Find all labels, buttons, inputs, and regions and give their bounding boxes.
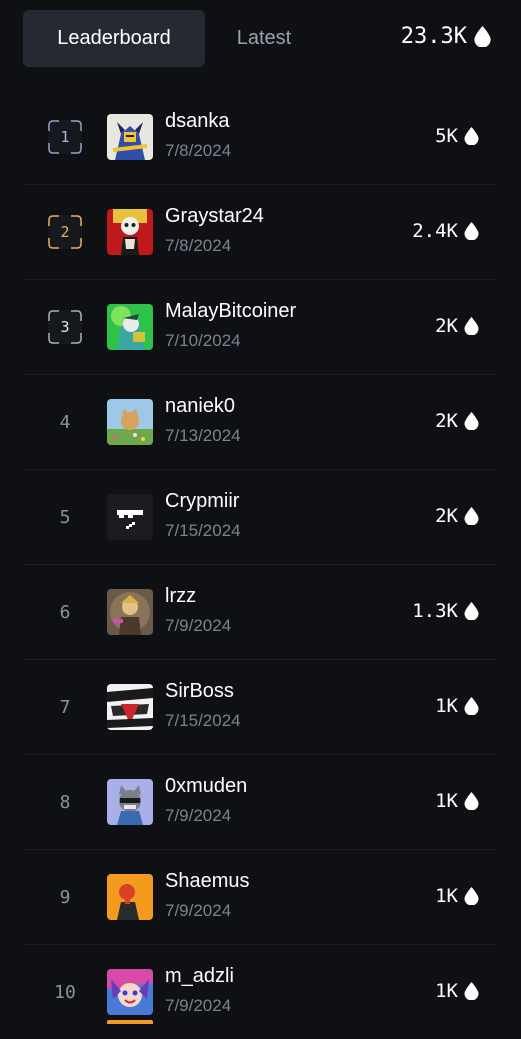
score: 2K — [435, 315, 479, 337]
droplet-icon — [464, 317, 479, 335]
rank-number: 4 — [59, 411, 71, 433]
date: 7/8/2024 — [165, 141, 232, 160]
score: 1.3K — [412, 600, 479, 622]
droplet-icon — [464, 982, 479, 1000]
rank-number: 10 — [54, 981, 76, 1003]
score-value: 5K — [435, 125, 458, 147]
droplet-icon — [464, 507, 479, 525]
score: 2K — [435, 505, 479, 527]
rank-badge: 3 — [47, 309, 83, 345]
leaderboard-row[interactable]: 8 0xmuden 7/9/2024 1K — [23, 755, 497, 850]
date: 7/13/2024 — [165, 426, 241, 445]
date: 7/9/2024 — [165, 616, 232, 635]
leaderboard-row[interactable]: 4 naniek0 7/13/2024 2K — [23, 375, 497, 470]
avatar — [107, 969, 153, 1015]
date: 7/10/2024 — [165, 331, 241, 350]
avatar — [107, 684, 153, 730]
avatar — [107, 1020, 153, 1024]
rank-badge: 1 — [47, 119, 83, 155]
score-value: 2K — [435, 505, 458, 527]
leaderboard-list: 1 dsanka 7/8/2024 5K 2 Graystar24 7/8/20… — [23, 90, 497, 1039]
tab-latest[interactable]: Latest — [209, 10, 319, 67]
droplet-icon — [474, 26, 491, 47]
droplet-icon — [464, 792, 479, 810]
droplet-icon — [464, 222, 479, 240]
rank-number: 9 — [59, 886, 71, 908]
username[interactable]: Crypmiir — [165, 490, 239, 513]
leaderboard-row[interactable]: 1 dsanka 7/8/2024 5K — [23, 90, 497, 185]
rank-number: 5 — [59, 506, 71, 528]
username[interactable]: SirBoss — [165, 680, 234, 703]
score-value: 1K — [435, 695, 458, 717]
username[interactable]: Graystar24 — [165, 205, 264, 228]
leaderboard-row[interactable]: 7 SirBoss 7/15/2024 1K — [23, 660, 497, 755]
score-value: 1K — [435, 790, 458, 812]
score: 1K — [435, 885, 479, 907]
date: 7/9/2024 — [165, 901, 232, 920]
username[interactable]: naniek0 — [165, 395, 235, 418]
date: 7/8/2024 — [165, 236, 232, 255]
avatar — [107, 779, 153, 825]
rank-number: 7 — [59, 696, 71, 718]
header: Leaderboard Latest 23.3K — [0, 0, 521, 78]
score: 5K — [435, 125, 479, 147]
avatar — [107, 209, 153, 255]
rank-number: 1 — [60, 128, 70, 146]
rank-badge: 2 — [47, 214, 83, 250]
rank-number: 2 — [60, 223, 70, 241]
username[interactable]: MalayBitcoiner — [165, 300, 296, 323]
score: 2K — [435, 410, 479, 432]
score-value: 1K — [435, 980, 458, 1002]
droplet-icon — [464, 697, 479, 715]
rank-number: 6 — [59, 601, 71, 623]
leaderboard-row[interactable]: 6 lrzz 7/9/2024 1.3K — [23, 565, 497, 660]
avatar — [107, 304, 153, 350]
total-points: 23.3K — [401, 24, 491, 49]
score: 1K — [435, 790, 479, 812]
score-value: 1.3K — [412, 600, 458, 622]
droplet-icon — [464, 887, 479, 905]
droplet-icon — [464, 412, 479, 430]
score-value: 1K — [435, 885, 458, 907]
leaderboard-row[interactable]: 10 m_adzli 7/9/2024 1K — [23, 945, 497, 1039]
leaderboard-row[interactable]: 9 Shaemus 7/9/2024 1K — [23, 850, 497, 945]
score-value: 2.4K — [412, 220, 458, 242]
leaderboard-row-partial[interactable] — [23, 1014, 497, 1024]
username[interactable]: dsanka — [165, 110, 230, 133]
avatar — [107, 114, 153, 160]
leaderboard-row[interactable]: 2 Graystar24 7/8/2024 2.4K — [23, 185, 497, 280]
score: 1K — [435, 695, 479, 717]
date: 7/15/2024 — [165, 711, 241, 730]
username[interactable]: Shaemus — [165, 870, 250, 893]
leaderboard-row[interactable]: 3 MalayBitcoiner 7/10/2024 2K — [23, 280, 497, 375]
rank-number: 3 — [60, 318, 70, 336]
avatar — [107, 589, 153, 635]
leaderboard-row[interactable]: 5 Crypmiir 7/15/2024 2K — [23, 470, 497, 565]
total-points-value: 23.3K — [400, 24, 467, 49]
avatar — [107, 494, 153, 540]
rank-number: 8 — [59, 791, 71, 813]
date: 7/9/2024 — [165, 806, 232, 825]
droplet-icon — [464, 602, 479, 620]
score-value: 2K — [435, 410, 458, 432]
avatar — [107, 874, 153, 920]
droplet-icon — [464, 127, 479, 145]
score-value: 2K — [435, 315, 458, 337]
avatar — [107, 399, 153, 445]
username[interactable]: lrzz — [165, 585, 196, 608]
score: 1K — [435, 980, 479, 1002]
date: 7/15/2024 — [165, 521, 241, 540]
score: 2.4K — [412, 220, 479, 242]
username[interactable]: m_adzli — [165, 965, 234, 988]
username[interactable]: 0xmuden — [165, 775, 247, 798]
date: 7/9/2024 — [165, 996, 232, 1015]
tab-leaderboard[interactable]: Leaderboard — [23, 10, 205, 67]
